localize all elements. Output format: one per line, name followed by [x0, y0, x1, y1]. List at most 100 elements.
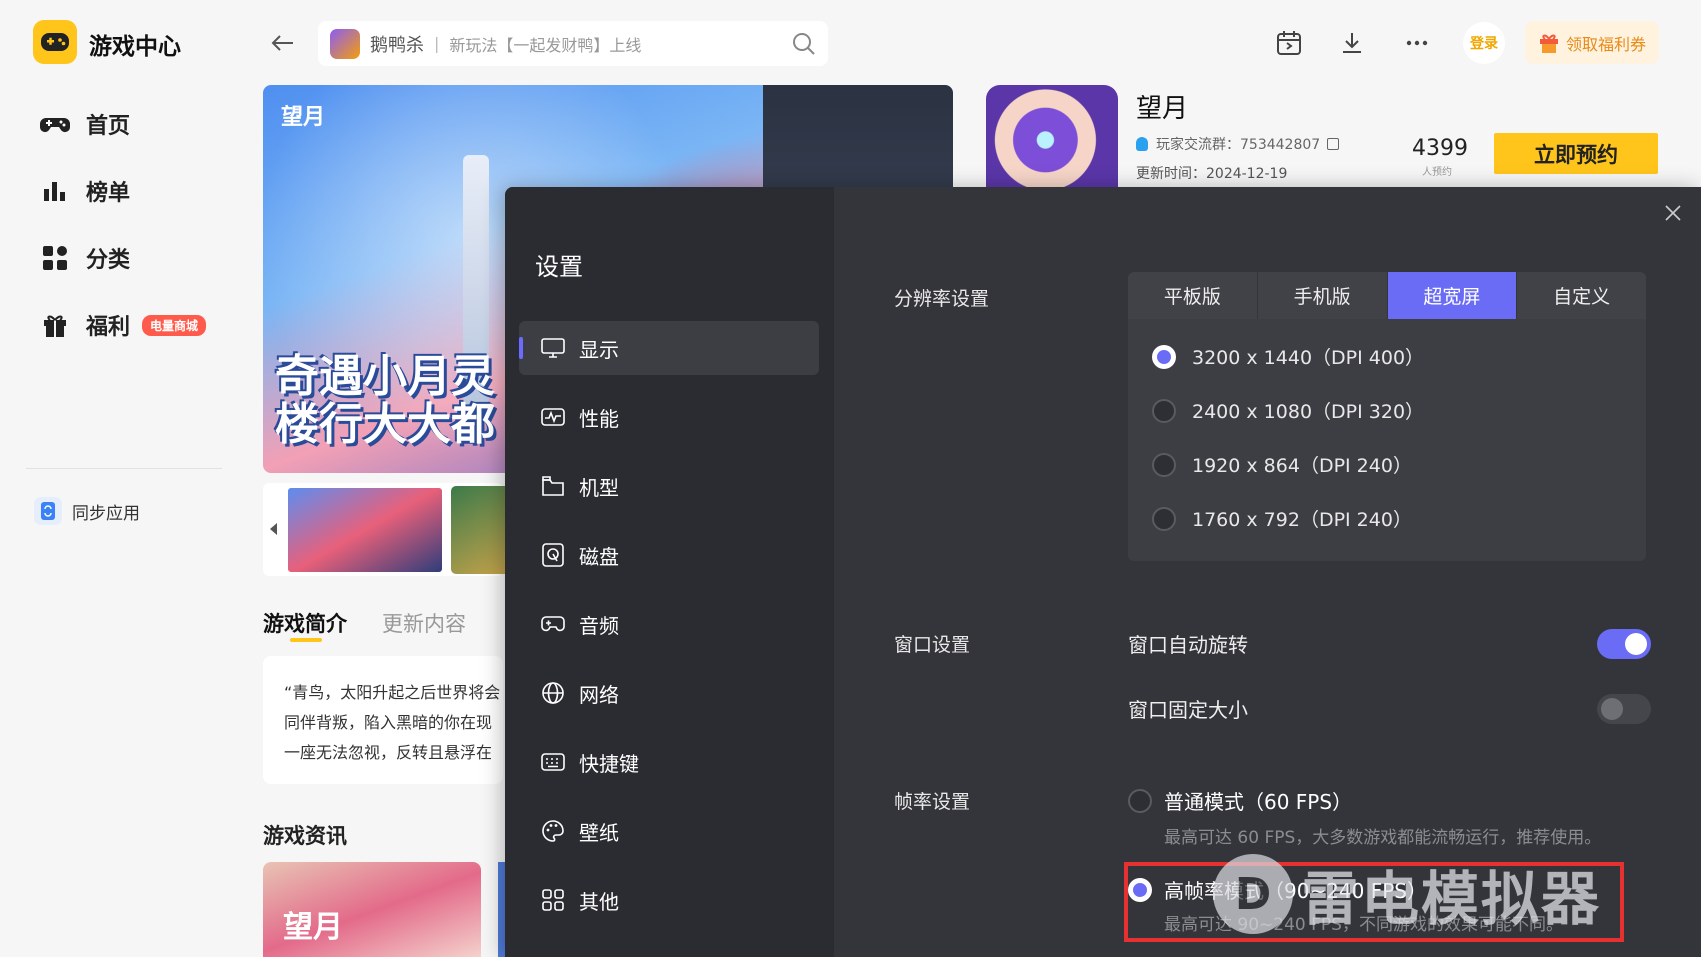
resolution-option[interactable]: 2400 x 1080（DPI 320）: [1152, 397, 1424, 424]
fps-normal-option[interactable]: 普通模式（60 FPS）: [1128, 786, 1352, 815]
search-game-name: 鹅鸭杀: [370, 34, 424, 56]
resolution-tabs: 平板版 手机版 超宽屏 自定义: [1128, 272, 1646, 319]
settings-nav-label: 磁盘: [579, 544, 619, 569]
left-sidebar: 游戏中心 首页 榜单 分类 福利 电量商城 同步应用: [0, 0, 240, 957]
qq-group-text: 玩家交流群：753442807: [1156, 137, 1321, 153]
more-button[interactable]: [1402, 28, 1432, 58]
monitor-icon: [541, 336, 565, 360]
auto-rotate-toggle[interactable]: [1597, 629, 1651, 659]
qq-group-row: 玩家交流群：753442807: [1136, 134, 1340, 154]
settings-title: 设置: [535, 253, 583, 281]
keyboard-icon: [541, 750, 565, 774]
thumbnail-1[interactable]: [286, 486, 444, 574]
login-button[interactable]: 登录: [1463, 22, 1505, 64]
tab-ultrawide[interactable]: 超宽屏: [1387, 272, 1518, 319]
settings-nav-label: 机型: [579, 475, 619, 500]
resolution-option[interactable]: 1920 x 864（DPI 240）: [1152, 451, 1412, 478]
radio-unchecked[interactable]: [1152, 452, 1176, 477]
auto-rotate-label: 窗口自动旋转: [1128, 633, 1248, 657]
settings-nav-shortcuts[interactable]: 快捷键: [519, 735, 819, 789]
game-name: 望月: [1136, 94, 1189, 124]
settings-nav-network[interactable]: 网络: [519, 666, 819, 720]
gamepad-logo-icon: [41, 33, 69, 51]
tab-tablet[interactable]: 平板版: [1128, 272, 1258, 319]
banner-title: 奇遇小月灵 楼行大大都: [275, 353, 495, 449]
copy-icon[interactable]: [1327, 138, 1340, 150]
news-section-title: 游戏资讯: [263, 824, 347, 848]
watermark-text: 雷电模拟器: [1301, 865, 1602, 933]
settings-nav-label: 音频: [579, 613, 619, 638]
category-grid-icon: [40, 243, 70, 273]
settings-nav: 设置 显示 性能 机型 磁盘 音频 网络 快捷键 壁纸 其他: [505, 187, 834, 957]
gift-icon: [40, 310, 70, 340]
calendar-icon: [1277, 31, 1301, 55]
app-title: 游戏中心: [89, 34, 181, 60]
sidebar-item-label: 首页: [86, 114, 131, 139]
tab-custom[interactable]: 自定义: [1517, 272, 1646, 319]
globe-icon: [541, 681, 565, 705]
news-card-logo: 望月: [283, 910, 343, 945]
sidebar-item-ranking[interactable]: 榜单: [40, 171, 230, 211]
bar-chart-icon: [40, 176, 70, 206]
sync-app-icon: [34, 497, 62, 525]
thumbnail-2[interactable]: [451, 486, 511, 574]
update-time: 更新时间：2024-12-19: [1136, 166, 1288, 182]
device-model-icon: [541, 474, 565, 498]
fps-normal-label: 普通模式（60 FPS）: [1164, 790, 1353, 814]
close-button[interactable]: [1661, 201, 1685, 225]
reserve-count-label: 人预约: [1422, 167, 1452, 178]
sync-app-label: 同步应用: [72, 503, 140, 524]
resolution-options-panel: 3200 x 1440（DPI 400） 2400 x 1080（DPI 320…: [1128, 319, 1646, 561]
radio-unchecked[interactable]: [1152, 398, 1176, 423]
gift-box-icon: [1539, 34, 1558, 53]
more-grid-icon: [541, 888, 565, 912]
search-icon[interactable]: [792, 32, 816, 56]
radio-unchecked[interactable]: [1152, 506, 1176, 531]
settings-nav-audio[interactable]: 音频: [519, 597, 819, 651]
reserve-button[interactable]: 立即预约: [1494, 133, 1658, 174]
sidebar-item-category[interactable]: 分类: [40, 238, 230, 278]
tab-update[interactable]: 更新内容: [382, 608, 466, 638]
settings-nav-label: 显示: [579, 337, 619, 362]
download-button[interactable]: [1337, 28, 1367, 58]
game-avatar: [986, 85, 1118, 195]
caret-left-icon[interactable]: [268, 522, 278, 536]
welfare-coupon-button[interactable]: 领取福利券: [1525, 21, 1659, 64]
resolution-option[interactable]: 3200 x 1440（DPI 400）: [1152, 343, 1424, 370]
settings-nav-other[interactable]: 其他: [519, 873, 819, 927]
radio-unchecked[interactable]: [1128, 788, 1152, 813]
banner-logo: 望月: [281, 105, 326, 130]
audio-gamepad-icon: [541, 612, 565, 636]
tab-phone[interactable]: 手机版: [1257, 272, 1388, 319]
radio-checked[interactable]: [1152, 344, 1176, 369]
settings-nav-disk[interactable]: 磁盘: [519, 528, 819, 582]
settings-nav-display[interactable]: 显示: [519, 321, 819, 375]
back-button[interactable]: [268, 28, 298, 58]
app-logo: [33, 20, 77, 64]
download-icon: [1343, 33, 1361, 53]
settings-nav-device[interactable]: 机型: [519, 459, 819, 513]
sidebar-item-label: 榜单: [86, 181, 131, 206]
search-hint: 新玩法【一起发财鸭】上线: [449, 35, 642, 55]
news-card-1[interactable]: 望月: [263, 862, 481, 957]
search-bar[interactable]: 鹅鸭杀 | 新玩法【一起发财鸭】上线: [318, 21, 828, 66]
gamepad-icon: [40, 109, 70, 139]
resolution-option[interactable]: 1760 x 792（DPI 240）: [1152, 505, 1412, 532]
palette-icon: [541, 819, 565, 843]
fps-normal-desc: 最高可达 60 FPS，大多数游戏都能流畅运行，推荐使用。: [1164, 828, 1602, 848]
calendar-button[interactable]: [1274, 28, 1304, 58]
performance-icon: [541, 405, 565, 429]
intro-line: 一座无法忽视，反转且悬浮在: [284, 743, 493, 762]
sidebar-item-home[interactable]: 首页: [40, 104, 230, 144]
banner-title-line: 楼行大大都: [275, 399, 495, 450]
settings-nav-label: 性能: [579, 406, 619, 431]
settings-nav-wallpaper[interactable]: 壁纸: [519, 804, 819, 858]
sync-app-item[interactable]: 同步应用: [34, 497, 140, 525]
sidebar-item-welfare[interactable]: 福利 电量商城: [40, 305, 230, 345]
settings-nav-performance[interactable]: 性能: [519, 390, 819, 444]
resolution-option-label: 1760 x 792（DPI 240）: [1192, 509, 1412, 531]
tab-intro[interactable]: 游戏简介: [263, 608, 347, 638]
fixed-size-label: 窗口固定大小: [1128, 698, 1248, 722]
fixed-size-toggle[interactable]: [1597, 694, 1651, 724]
active-tab-indicator: [290, 638, 322, 642]
